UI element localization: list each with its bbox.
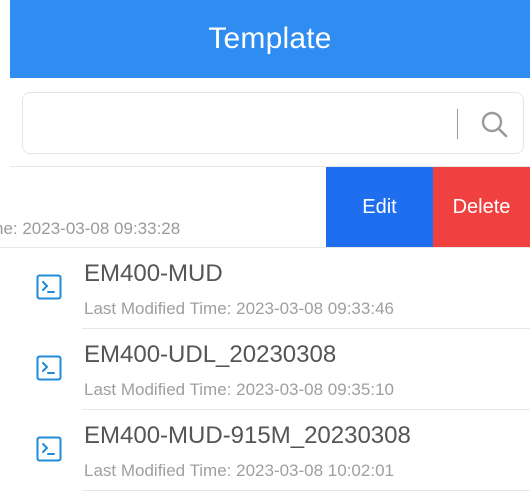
template-page: Template ne: 2023-03-08 09:33:28 Edit De… — [0, 0, 530, 497]
page-title: Template — [208, 22, 332, 55]
list-item-time: Last Modified Time: 2023-03-08 10:02:01 — [84, 461, 394, 480]
edit-button[interactable]: Edit — [326, 167, 433, 247]
list-item-name: EM400-UDL_20230308 — [84, 341, 337, 368]
terminal-file-icon — [36, 355, 62, 381]
list-item-time: Last Modified Time: 2023-03-08 09:35:10 — [84, 380, 394, 399]
search-icon[interactable] — [479, 109, 509, 139]
list-item[interactable]: EM400-UDL_20230308 Last Modified Time: 2… — [0, 329, 530, 410]
search-divider — [457, 109, 458, 139]
list-item-name: EM400-MUD — [84, 260, 223, 287]
terminal-file-icon — [36, 274, 62, 300]
edit-button-label: Edit — [362, 195, 397, 218]
list-item-swiped[interactable]: ne: 2023-03-08 09:33:28 Edit Delete — [0, 167, 530, 247]
list-item[interactable]: EM400-MUD-915M_20230308 Last Modified Ti… — [0, 410, 530, 491]
list-item[interactable]: EM400-MUD Last Modified Time: 2023-03-08… — [0, 248, 530, 329]
list-item-name: EM400-MUD-915M_20230308 — [84, 422, 411, 449]
terminal-file-icon — [36, 436, 62, 462]
delete-button[interactable]: Delete — [433, 167, 530, 247]
header-bar: Template — [10, 0, 530, 78]
search-box[interactable] — [22, 92, 524, 154]
list-item-time: ne: 2023-03-08 09:33:28 — [0, 219, 181, 238]
delete-button-label: Delete — [452, 195, 511, 218]
list-item-time: Last Modified Time: 2023-03-08 09:33:46 — [84, 299, 394, 318]
divider — [82, 490, 530, 491]
